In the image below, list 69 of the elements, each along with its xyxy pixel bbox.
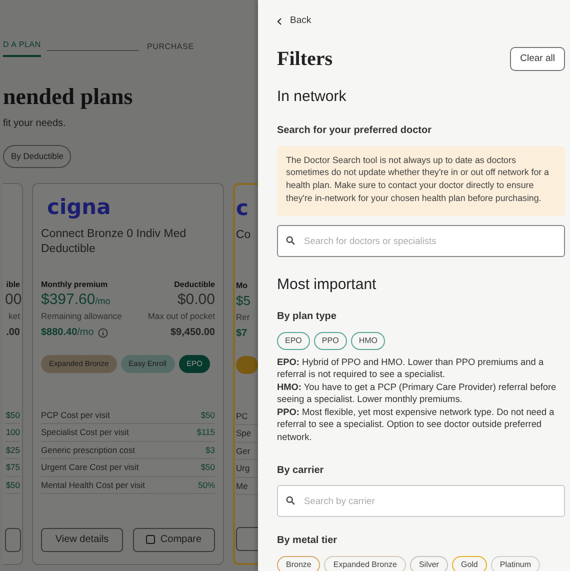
cost-value: $50 bbox=[200, 408, 215, 422]
card-text: 00 bbox=[5, 290, 20, 310]
card-text: 100 bbox=[5, 424, 20, 442]
premium-amount: $397.60/mo bbox=[41, 290, 110, 310]
card-text: ible bbox=[5, 278, 20, 290]
section-subheading: By metal tier bbox=[277, 534, 338, 548]
search-field[interactable]: Search for doctors or specialists bbox=[277, 225, 565, 258]
card-text: ket bbox=[8, 310, 20, 323]
deductible-label: Deductible bbox=[174, 278, 215, 290]
carrier-logo: c bbox=[236, 194, 250, 222]
plan-title: Co bbox=[236, 228, 252, 243]
filter-chip[interactable]: Bronze bbox=[277, 556, 320, 571]
page-heading: nended plans bbox=[3, 85, 134, 108]
carrier-logo: cigna bbox=[47, 194, 111, 221]
card-text: Rer bbox=[236, 310, 251, 324]
card-text: $50 bbox=[5, 406, 20, 424]
premium-label: Monthly premium bbox=[41, 278, 108, 290]
card-text: $5 bbox=[236, 292, 252, 310]
cost-label: Specialist Cost per visit bbox=[41, 426, 129, 440]
chevron-left-icon bbox=[277, 18, 282, 25]
info-icon[interactable] bbox=[98, 328, 108, 338]
cost-value: $3 bbox=[206, 444, 215, 457]
drawer-title: Filters bbox=[277, 47, 333, 72]
cost-label: Mental Health Cost per visit bbox=[41, 478, 145, 492]
search-field[interactable]: Search by carrier bbox=[277, 485, 565, 518]
card-text: $75 bbox=[5, 459, 20, 477]
allowance-label: Remaining allowance bbox=[41, 310, 122, 323]
clear-all-button[interactable]: Clear all bbox=[510, 47, 565, 72]
card-text: $50 bbox=[5, 476, 20, 494]
card-text: $25 bbox=[5, 442, 20, 460]
filter-chip[interactable]: Expanded Bronze bbox=[324, 556, 406, 571]
allowance-amount: $880.40/mo bbox=[41, 326, 94, 340]
cost-value: $115 bbox=[196, 426, 215, 440]
plan-title: Connect Bronze 0 Indiv Med Deductible bbox=[41, 226, 188, 257]
filter-chip[interactable]: HMO bbox=[350, 332, 386, 350]
filter-chip[interactable]: Platinum bbox=[490, 556, 540, 571]
deductible-amount: $0.00 bbox=[177, 290, 215, 310]
plan-type-description: HMO: You have to get a PCP (Primary Care Provider) referral before seeing a specialist. Lower monthly premiums. bbox=[277, 380, 558, 406]
back-link[interactable]: Back bbox=[277, 14, 312, 28]
section-heading: In network bbox=[277, 87, 348, 108]
plan-type-description: EPO: Hybrid of PPO and HMO. Lower than PPO premiums and a referral is not required to see a specialist. bbox=[277, 356, 545, 381]
max-amount: $9,450.00 bbox=[170, 326, 215, 340]
card-text: $7 bbox=[236, 326, 248, 341]
filter-chip[interactable]: Silver bbox=[410, 556, 448, 571]
button-outline[interactable] bbox=[5, 528, 21, 552]
view-details-button[interactable]: View details bbox=[41, 528, 123, 552]
cost-label: Urgent Care Cost per visit bbox=[41, 461, 139, 474]
checkbox[interactable] bbox=[146, 535, 156, 544]
cost-label: PCP Cost per visit bbox=[41, 408, 110, 422]
card-text: .00 bbox=[5, 326, 20, 340]
search-icon bbox=[286, 496, 295, 506]
compare-button[interactable]: Compare bbox=[133, 528, 215, 552]
filter-chip[interactable]: EPO bbox=[277, 332, 310, 350]
filter-chip[interactable]: Gold bbox=[452, 556, 487, 571]
search-icon bbox=[286, 236, 295, 246]
filter-chip[interactable]: PPO bbox=[314, 332, 347, 350]
section-heading: Most important bbox=[277, 275, 378, 296]
page-subheading: fit your needs. bbox=[3, 117, 67, 131]
plan-type-description: PPO: Most flexible, yet most expensive network type. Do not need a referral to see a specialist. Option to see doctor outside preferred network. bbox=[277, 406, 556, 444]
cost-label: Generic prescription cost bbox=[41, 444, 136, 457]
field-label: Search for your preferred doctor bbox=[277, 124, 432, 138]
cost-value: 50% bbox=[198, 478, 215, 492]
notice-text: The Doctor Search tool is not always up to date as doctors sometimes do not update whether they're in or out off network for a health plan. Make sure to contact your doctor directly to ensure they're in-network for your chosen health plan before purchasing. bbox=[277, 146, 565, 216]
card-text: Mo bbox=[236, 280, 249, 291]
sort-chip[interactable]: By Deductible bbox=[3, 145, 72, 168]
cost-value: $50 bbox=[200, 461, 215, 474]
section-subheading: By plan type bbox=[277, 310, 338, 324]
max-label: Max out of pocket bbox=[148, 310, 215, 323]
section-subheading: By carrier bbox=[277, 464, 325, 478]
